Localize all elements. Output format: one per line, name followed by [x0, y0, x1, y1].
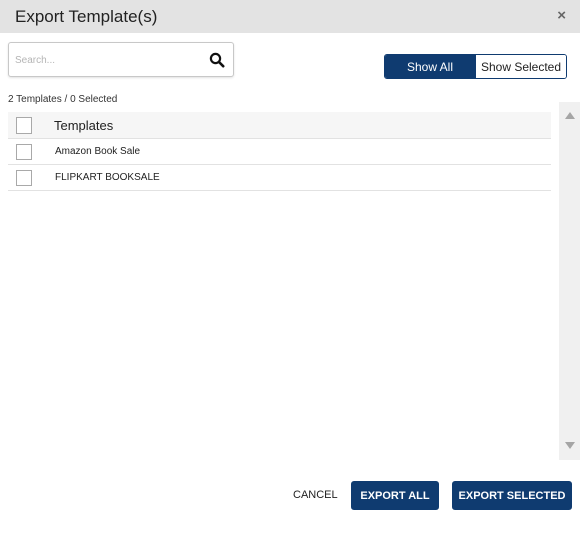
- export-all-button[interactable]: EXPORT ALL: [351, 481, 439, 510]
- scroll-up-icon[interactable]: [559, 108, 580, 126]
- show-selected-button[interactable]: Show Selected: [475, 55, 566, 78]
- row-checkbox[interactable]: [16, 169, 32, 186]
- column-header-templates: Templates: [54, 117, 114, 133]
- table-header-row: Templates: [8, 112, 551, 139]
- export-selected-button[interactable]: EXPORT SELECTED: [452, 481, 572, 510]
- scroll-down-icon[interactable]: [559, 438, 580, 456]
- close-icon[interactable]: ×: [557, 7, 566, 24]
- filter-toggle: Show All Show Selected: [384, 54, 567, 79]
- dialog-titlebar: Export Template(s) ×: [0, 0, 580, 33]
- template-name: FLIPKART BOOKSALE: [55, 172, 160, 183]
- template-name: Amazon Book Sale: [55, 146, 141, 157]
- table-row[interactable]: Amazon Book Sale: [8, 139, 551, 165]
- templates-table: Templates Amazon Book Sale FLIPKART BOOK…: [8, 112, 551, 191]
- scrollbar[interactable]: [559, 102, 580, 460]
- search-icon[interactable]: [209, 52, 225, 68]
- search-input[interactable]: [15, 51, 205, 69]
- select-all-checkbox[interactable]: [16, 116, 32, 134]
- search-box: [8, 42, 234, 77]
- selection-count: 2 Templates / 0 Selected: [8, 94, 118, 105]
- table-row[interactable]: FLIPKART BOOKSALE: [8, 165, 551, 191]
- dialog-title: Export Template(s): [15, 7, 158, 26]
- row-checkbox[interactable]: [16, 143, 32, 160]
- export-templates-dialog: Export Template(s) × Show All Show Selec…: [0, 0, 580, 539]
- cancel-button[interactable]: CANCEL: [293, 489, 338, 501]
- show-all-button[interactable]: Show All: [385, 55, 475, 78]
